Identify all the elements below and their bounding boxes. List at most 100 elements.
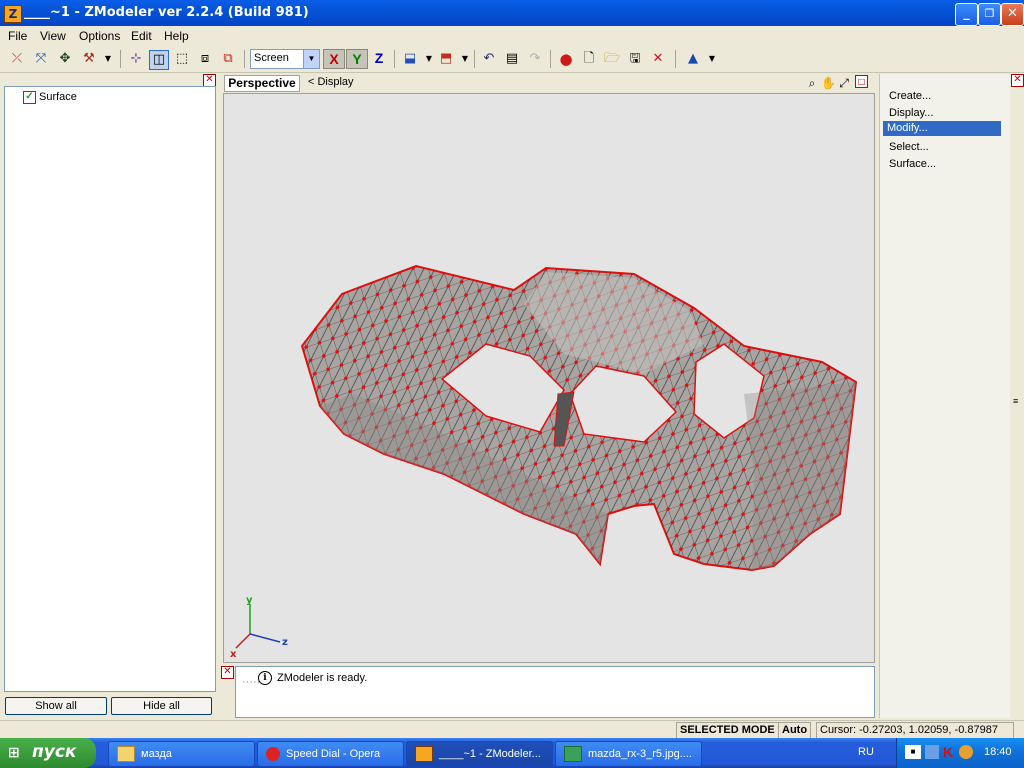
hide-all-button[interactable]: Hide all [111,697,212,715]
zoom-icon[interactable]: ⌕ [805,74,819,92]
command-panel: Create... Display... Modify... Select...… [879,74,1010,718]
toolbar-separator [675,50,676,68]
command-display[interactable]: Display... [889,107,933,119]
task-label: Speed Dial - Opera [286,748,381,760]
menu-edit[interactable]: Edit [131,29,152,43]
title-bar[interactable]: Z ____~1 - ZModeler ver 2.2.4 (Build 981… [0,0,1024,26]
start-button[interactable]: ⊞ пуск [0,738,96,768]
maximize-button[interactable]: ❐ [978,3,1001,26]
cone-dropdown-icon[interactable]: ▼ [703,50,721,68]
zoom-extents-icon[interactable]: ⤢ [837,74,851,92]
axis-y-button[interactable]: Y [346,49,368,69]
task-zmodeler[interactable]: ____~1 - ZModeler... [406,741,553,767]
task-opera[interactable]: Speed Dial - Opera [257,741,404,767]
toolbar-separator [120,50,121,68]
coordinate-mode-select[interactable]: Screen ▼ [250,49,320,69]
objects-panel: ✕ ✓ Surface Show all Hide all [0,74,217,718]
options-dropdown-icon[interactable]: ▼ [456,50,474,68]
show-all-button[interactable]: Show all [5,697,107,715]
axis-label-z: z [282,637,288,648]
close-log-icon[interactable]: ✕ [221,666,234,679]
command-surface[interactable]: Surface... [889,158,936,170]
axis-x-button[interactable]: X [323,49,345,69]
clock: 18:40 [984,746,1012,758]
status-cursor: Cursor: -0.27203, 1.02059, -0.87987 [816,722,1014,739]
view-name-tab[interactable]: Perspective [224,75,300,92]
transform-icon[interactable]: ⬓ [401,50,419,68]
axis-label-x: x [230,649,237,660]
splitter-grip-icon[interactable]: ≡ [1013,396,1018,406]
pan-hand-icon[interactable]: ✋ [821,74,836,92]
command-select[interactable]: Select... [889,141,929,153]
surface-visibility-checkbox[interactable]: ✓ [23,91,36,104]
log-output[interactable]: ····· i ZModeler is ready. [235,666,875,718]
axis-label-y: y [246,595,253,606]
render-sphere-icon[interactable]: ● [557,50,575,68]
tools-dropdown-icon[interactable]: ▼ [99,50,117,68]
status-snap: Auto [778,722,812,739]
delete-icon[interactable]: ✕ [649,50,667,68]
minimize-button[interactable]: _ [955,3,978,26]
options-icon[interactable]: ⬒ [437,50,455,68]
taskbar: ⊞ пуск мазда Speed Dial - Opera ____~1 -… [0,738,1024,768]
close-command-panel-icon[interactable]: ✕ [1011,74,1024,87]
zmodeler-app-icon[interactable]: Z [4,5,22,23]
vertex-mode-icon[interactable]: ⊹ [127,50,145,68]
car-mesh-render: y z x [230,264,858,660]
coordinate-mode-value: Screen [254,52,289,64]
opera-icon [266,747,280,762]
close-button[interactable]: ✕ [1001,3,1024,26]
open-folder-icon[interactable]: 🗁 [603,50,621,68]
cube-select-icon[interactable]: ⧉ [219,50,237,68]
image-viewer-icon [564,746,582,763]
menu-file[interactable]: File [8,29,27,43]
window-title: ____~1 - ZModeler ver 2.2.4 (Build 981) [24,5,309,20]
language-indicator[interactable]: RU [858,746,874,758]
menu-help[interactable]: Help [164,29,189,43]
tray-antivirus-icon[interactable]: K [943,744,953,760]
maximize-viewport-icon[interactable]: □ [855,75,868,88]
task-folder[interactable]: мазда [108,741,255,767]
right-splitter[interactable]: ✕ ≡ [1010,74,1024,718]
tray-app-icon[interactable]: ■ [905,745,921,759]
3d-viewport[interactable]: y z x [223,93,875,663]
status-bar: SELECTED MODE Auto Cursor: -0.27203, 1.0… [0,720,1024,739]
cone-icon[interactable]: ▲ [684,50,702,68]
menu-bar: File View Options Edit Help [0,26,1024,46]
tray-network-icon[interactable] [925,745,939,759]
task-image-viewer[interactable]: mazda_rx-3_r5.jpg.... [555,741,702,767]
polygon-mode-icon[interactable]: ◫ [149,50,169,70]
start-label: пуск [32,742,77,762]
command-modify[interactable]: Modify... [887,122,928,134]
save-icon[interactable]: 🖫 [626,50,644,68]
folder-icon [117,746,135,763]
document-icon[interactable]: ▤ [503,50,521,68]
toolbar-separator [550,50,551,68]
task-label: mazda_rx-3_r5.jpg.... [588,748,692,760]
menu-view[interactable]: View [40,29,66,43]
tree-item-surface[interactable]: Surface [39,91,77,103]
command-create[interactable]: Create... [889,90,931,102]
undo-icon[interactable]: ↶ [480,50,498,68]
select-edge-icon[interactable]: ⤧ [32,50,50,68]
toolbar: ⤫ ⤧ ✥ ⚒ ▼ ⊹ ◫ ⬚ ⧈ ⧉ Screen ▼ X Y Z ⬓ ▼ ⬒… [0,46,1024,73]
command-modify-highlight[interactable]: Modify... [883,121,1001,136]
select-vertex-icon[interactable]: ⤫ [8,50,26,68]
new-file-icon[interactable]: 🗋 [580,50,598,68]
transform-dropdown-icon[interactable]: ▼ [420,50,438,68]
redo-icon[interactable]: ↷ [526,50,544,68]
axis-z-button[interactable]: Z [369,49,389,67]
cube-icon[interactable]: ⧈ [196,50,214,68]
object-mode-icon[interactable]: ⬚ [173,50,191,68]
tools-icon[interactable]: ⚒ [80,50,98,68]
move-icon[interactable]: ✥ [56,50,74,68]
breadcrumb[interactable]: < Display [308,76,354,88]
toolbar-separator [394,50,395,68]
task-label: мазда [141,748,172,760]
chevron-down-icon[interactable]: ▼ [303,50,319,68]
zmodeler-icon [415,746,433,763]
tray-volume-icon[interactable] [959,745,973,759]
objects-tree[interactable]: ✓ Surface [4,86,216,692]
toolbar-separator [244,50,245,68]
menu-options[interactable]: Options [79,29,120,43]
